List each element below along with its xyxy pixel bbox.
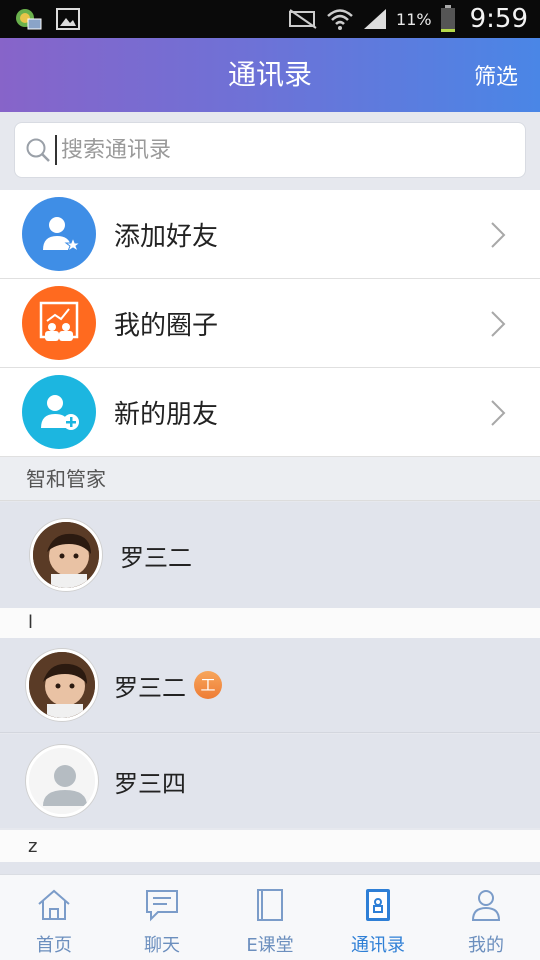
nav-label: 我的 <box>468 935 504 956</box>
image-notification-icon <box>56 8 80 30</box>
nav-label: 首页 <box>36 935 72 956</box>
battery-icon <box>440 5 455 32</box>
index-letter: l <box>28 612 34 633</box>
section-header-zhihe: 智和管家 <box>0 457 540 501</box>
chevron-right-icon <box>491 311 506 337</box>
nav-item-contacts[interactable]: 通讯录 <box>324 875 432 960</box>
section-title: 智和管家 <box>26 467 106 491</box>
contact-row[interactable]: 罗三二 工 <box>0 638 540 733</box>
contacts-menu: 添加好友 我的圈子 新的朋友 <box>0 190 540 457</box>
menu-item-new-friends[interactable]: 新的朋友 <box>0 368 540 457</box>
group-board-icon <box>22 286 96 360</box>
contact-row-partial <box>0 862 540 874</box>
home-icon <box>38 889 70 920</box>
index-letter-l: l <box>0 608 540 638</box>
contact-name: 罗三四 <box>114 769 186 798</box>
nav-item-chat[interactable]: 聊天 <box>108 875 216 960</box>
avatar <box>30 519 102 591</box>
menu-item-label: 我的圈子 <box>114 310 219 341</box>
menu-item-my-circle[interactable]: 我的圈子 <box>0 279 540 368</box>
menu-item-label: 新的朋友 <box>114 399 219 430</box>
nav-label: 聊天 <box>144 935 180 956</box>
contact-row[interactable]: 罗三四 <box>0 734 540 828</box>
book-icon <box>257 889 283 921</box>
search-bar <box>0 112 540 190</box>
index-letter: z <box>28 836 38 857</box>
filter-button[interactable]: 筛选 <box>474 38 518 112</box>
battery-percent: 11% <box>396 9 432 29</box>
contact-name: 罗三二 <box>120 543 192 572</box>
signal-icon <box>364 9 387 29</box>
default-avatar-icon <box>26 745 98 817</box>
user-star-icon <box>22 197 96 271</box>
chat-icon <box>146 890 178 922</box>
chevron-right-icon <box>491 222 506 248</box>
search-box[interactable] <box>14 122 526 178</box>
status-bar: 11% 9:59 <box>0 0 540 38</box>
clock: 9:59 <box>469 4 528 34</box>
nav-label: 通讯录 <box>351 935 405 956</box>
menu-item-label: 添加好友 <box>114 221 219 252</box>
text-cursor <box>55 135 57 165</box>
chevron-right-icon <box>491 400 506 426</box>
app-header: 通讯录 筛选 <box>0 38 540 112</box>
contacts-icon <box>366 889 390 921</box>
staff-badge: 工 <box>194 671 222 699</box>
bottom-navigation: 首页 聊天 E课堂 通讯录 我的 <box>0 874 540 960</box>
avatar <box>26 649 98 721</box>
menu-item-add-friend[interactable]: 添加好友 <box>0 190 540 279</box>
app-notification-icon <box>16 9 42 30</box>
page-title: 通讯录 <box>227 58 312 91</box>
nav-label: E课堂 <box>246 935 294 956</box>
user-plus-icon <box>22 375 96 449</box>
mute-icon <box>289 9 317 29</box>
search-icon <box>26 138 50 162</box>
nav-item-profile[interactable]: 我的 <box>432 875 540 960</box>
search-input[interactable] <box>61 137 481 163</box>
profile-icon <box>471 890 501 921</box>
contact-row[interactable]: 罗三二 <box>0 502 540 608</box>
index-letter-z: z <box>0 830 540 862</box>
nav-item-eclass[interactable]: E课堂 <box>216 875 324 960</box>
wifi-icon <box>327 9 353 30</box>
contact-name: 罗三二 <box>114 673 186 702</box>
nav-item-home[interactable]: 首页 <box>0 875 108 960</box>
